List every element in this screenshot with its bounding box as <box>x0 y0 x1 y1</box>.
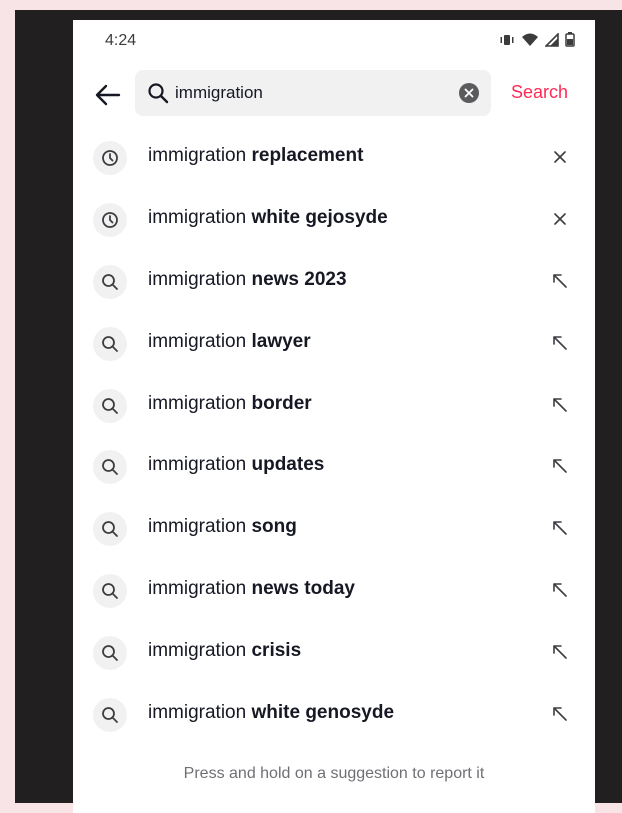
suggestion-item[interactable]: immigration white genosyde <box>73 683 595 745</box>
vibrate-icon <box>499 33 515 47</box>
report-hint: Press and hold on a suggestion to report… <box>183 765 485 782</box>
search-icon <box>93 388 127 423</box>
arrow-up-left-icon <box>553 707 567 721</box>
remove-suggestion-button[interactable] <box>549 146 571 168</box>
search-icon <box>93 574 127 609</box>
suggestion-item[interactable]: immigration news 2023 <box>73 250 595 312</box>
arrow-up-left-icon <box>553 459 567 474</box>
suggestion-text: immigration white gejosyde <box>148 206 388 228</box>
clear-search-button[interactable] <box>459 83 479 103</box>
fill-suggestion-button[interactable] <box>549 332 571 354</box>
back-button[interactable] <box>93 80 123 110</box>
search-icon <box>93 264 127 299</box>
search-icon <box>93 450 127 485</box>
suggestion-item[interactable]: immigration song <box>73 497 595 559</box>
status-time: 4:24 <box>105 32 137 49</box>
arrow-up-left-icon <box>553 645 567 659</box>
suggestion-text: immigration replacement <box>148 145 364 166</box>
suggestion-text: immigration crisis <box>148 640 302 662</box>
fill-suggestion-button[interactable] <box>549 270 571 292</box>
arrow-up-left-icon <box>553 397 567 412</box>
status-icons <box>499 32 575 47</box>
suggestion-item[interactable]: immigration crisis <box>73 621 595 683</box>
arrow-left-icon <box>95 84 121 106</box>
suggestion-text: immigration news today <box>148 578 355 600</box>
fill-suggestion-button[interactable] <box>549 394 571 416</box>
search-button[interactable]: Search <box>511 82 568 103</box>
wifi-icon <box>521 33 539 47</box>
remove-suggestion-button[interactable] <box>549 208 571 230</box>
search-icon <box>93 326 127 361</box>
device-frame: 4:24 immigration Search immigration repl… <box>15 10 622 813</box>
suggestion-text: immigration news 2023 <box>148 268 347 290</box>
fill-suggestion-button[interactable] <box>549 703 571 725</box>
arrow-up-left-icon <box>553 583 567 598</box>
search-icon <box>93 636 127 671</box>
fill-suggestion-button[interactable] <box>549 579 571 601</box>
suggestion-item[interactable]: immigration border <box>73 374 595 436</box>
search-icon <box>93 698 127 733</box>
suggestion-text: immigration white genosyde <box>148 702 395 724</box>
suggestion-text: immigration song <box>148 516 297 538</box>
status-bar: 4:24 <box>73 20 595 64</box>
suggestion-list: immigration replacement immigration whit… <box>73 126 595 745</box>
suggestion-item[interactable]: immigration updates <box>73 435 595 497</box>
close-icon <box>554 213 566 225</box>
search-input[interactable] <box>175 80 445 106</box>
history-clock-icon <box>93 202 127 237</box>
suggestion-text: immigration updates <box>148 454 325 476</box>
history-clock-icon <box>93 141 127 175</box>
search-header: Search <box>73 70 595 120</box>
suggestion-text: immigration border <box>148 392 312 414</box>
suggestion-item[interactable]: immigration replacement <box>73 126 595 188</box>
arrow-up-left-icon <box>553 273 567 288</box>
arrow-up-left-icon <box>553 521 567 536</box>
signal-icon <box>545 32 559 47</box>
suggestion-item[interactable]: immigration lawyer <box>73 312 595 374</box>
app-screen: 4:24 immigration Search immigration repl… <box>73 20 595 813</box>
search-icon <box>93 512 127 547</box>
search-box[interactable] <box>135 70 491 116</box>
close-icon <box>554 151 566 163</box>
fill-suggestion-button[interactable] <box>549 455 571 477</box>
suggestion-item[interactable]: immigration white gejosyde <box>73 188 595 250</box>
battery-icon <box>565 32 575 47</box>
fill-suggestion-button[interactable] <box>549 641 571 663</box>
close-icon <box>464 88 474 98</box>
fill-suggestion-button[interactable] <box>549 517 571 539</box>
arrow-up-left-icon <box>553 335 567 350</box>
search-icon <box>148 83 169 104</box>
suggestion-text: immigration lawyer <box>148 330 311 352</box>
suggestion-item[interactable]: immigration news today <box>73 559 595 621</box>
